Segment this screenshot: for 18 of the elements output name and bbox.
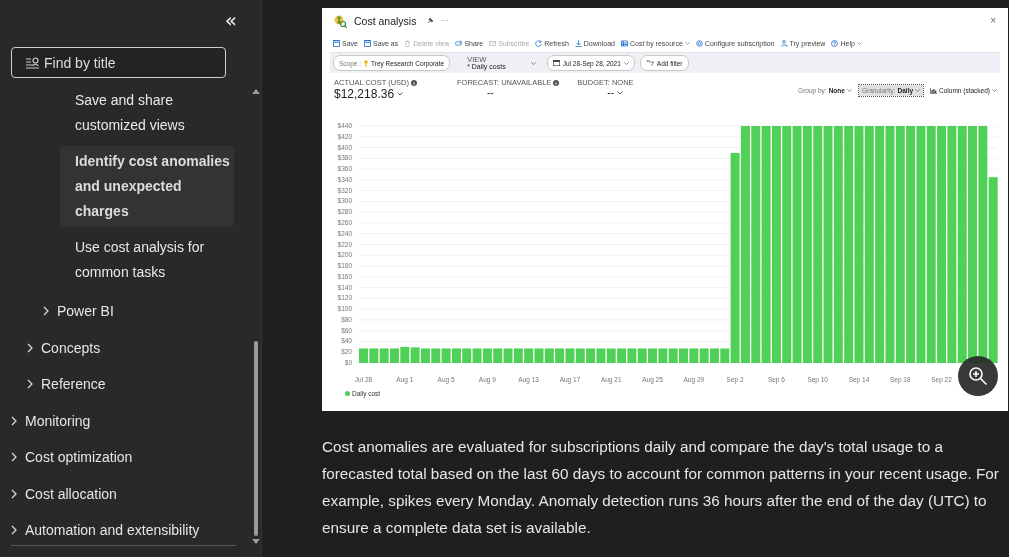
metric-dropdown[interactable]: $12,218.36 xyxy=(334,87,404,101)
metric-dropdown[interactable]: -- xyxy=(577,87,624,98)
toc-item[interactable]: Monitoring xyxy=(0,402,234,439)
toc-item[interactable]: Use cost analysis for common tasks xyxy=(60,232,234,288)
toc-item[interactable]: Identify cost anomalies and unexpected charges xyxy=(60,146,234,227)
collapse-button[interactable]: « xyxy=(222,8,239,32)
toc-item[interactable]: Reference xyxy=(0,366,234,403)
toc-item[interactable]: Power BI xyxy=(0,293,234,330)
metric-value: -- xyxy=(486,87,494,98)
toc-item[interactable]: Cost allocation xyxy=(0,475,234,512)
paragraph: Cost anomalies are evaluated for subscriptions daily and compare the day's total usage to a forecasted total based on the last 60 days to account for common patterns in your recent usage. For example, spikes every Monday. Anomaly detection runs 36 hours after the end of the day (UTC) to ensure a complete data set is available. xyxy=(322,437,1000,538)
search-field[interactable]: Find by title xyxy=(11,47,226,78)
toc-item[interactable]: Cost optimization xyxy=(0,439,234,476)
close-button[interactable]: × xyxy=(990,15,996,26)
toc-item[interactable]: Concepts xyxy=(0,329,234,366)
panel-title: Cost analysis xyxy=(354,14,417,27)
toc-item[interactable]: Save and share customized views xyxy=(60,85,234,141)
toc-item[interactable]: Automation and extensibility xyxy=(0,512,234,545)
